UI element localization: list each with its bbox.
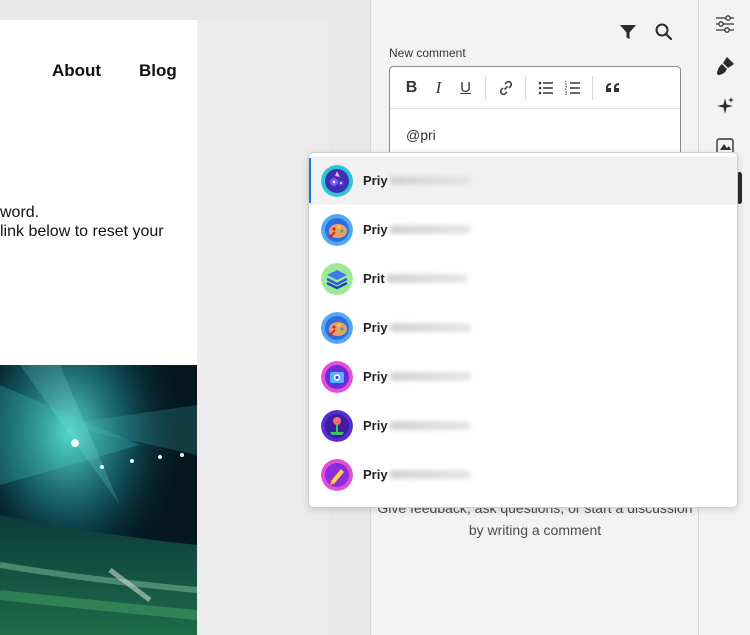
- empty-state-line: by writing a comment: [468, 522, 602, 538]
- mention-suggestions: Priy Priy Prit Priy Priy Priy Priy: [308, 152, 738, 508]
- redacted-name: [388, 421, 471, 430]
- email-body-text: link below to reset your: [0, 223, 164, 240]
- redacted-name: [388, 176, 471, 185]
- toolbar-divider: [592, 75, 593, 100]
- redacted-name: [388, 225, 471, 234]
- mention-option[interactable]: Priy: [309, 205, 737, 254]
- mention-name: Prit: [363, 271, 385, 286]
- redacted-name: [388, 323, 471, 332]
- nav-link-blog[interactable]: Blog: [139, 61, 177, 81]
- link-icon[interactable]: [492, 75, 519, 101]
- user-avatar-icon: [321, 311, 353, 344]
- svg-text:3: 3: [564, 91, 567, 97]
- mention-option[interactable]: Priy: [309, 352, 737, 401]
- brush-icon[interactable]: [713, 54, 737, 78]
- email-body-text: word.: [0, 204, 40, 221]
- filter-icon[interactable]: [618, 22, 638, 42]
- italic-button[interactable]: I: [425, 75, 452, 101]
- user-avatar-icon: [321, 262, 353, 295]
- user-avatar-icon: [321, 458, 353, 491]
- mention-name: Priy: [363, 222, 388, 237]
- mention-name: Priy: [363, 320, 388, 335]
- bullet-list-icon[interactable]: [532, 75, 559, 101]
- user-avatar-icon: [321, 360, 353, 393]
- comment-input-text[interactable]: @pri: [406, 127, 436, 143]
- bold-button[interactable]: B: [398, 75, 425, 101]
- redacted-name: [388, 372, 471, 381]
- toolbar-divider: [525, 75, 526, 100]
- mention-option[interactable]: Prit: [309, 254, 737, 303]
- mention-name: Priy: [363, 369, 388, 384]
- nav-link-about[interactable]: About: [52, 61, 101, 81]
- redacted-name: [388, 470, 471, 479]
- comment-editor[interactable]: B I U 123 @pri: [389, 66, 681, 166]
- quote-icon[interactable]: [599, 75, 626, 101]
- mention-option[interactable]: Priy: [309, 450, 737, 499]
- sliders-icon[interactable]: [713, 12, 737, 36]
- search-icon[interactable]: [654, 22, 674, 42]
- user-avatar-icon: [321, 213, 353, 246]
- mention-name: Priy: [363, 418, 388, 433]
- numbered-list-icon[interactable]: 123: [559, 75, 586, 101]
- mention-option[interactable]: Priy: [309, 303, 737, 352]
- sparkle-icon[interactable]: [713, 94, 737, 118]
- mention-option[interactable]: Priy: [309, 156, 737, 205]
- mention-option[interactable]: Priy: [309, 401, 737, 450]
- toolbar-divider: [485, 75, 486, 100]
- underline-button[interactable]: U: [452, 75, 479, 101]
- user-avatar-icon: [321, 164, 353, 197]
- mention-name: Priy: [363, 173, 388, 188]
- editor-toolbar: B I U 123: [390, 67, 680, 109]
- redacted-name: [385, 274, 468, 283]
- new-comment-label: New comment: [389, 46, 466, 60]
- user-avatar-icon: [321, 409, 353, 442]
- mention-name: Priy: [363, 467, 388, 482]
- hero-image: [0, 365, 197, 635]
